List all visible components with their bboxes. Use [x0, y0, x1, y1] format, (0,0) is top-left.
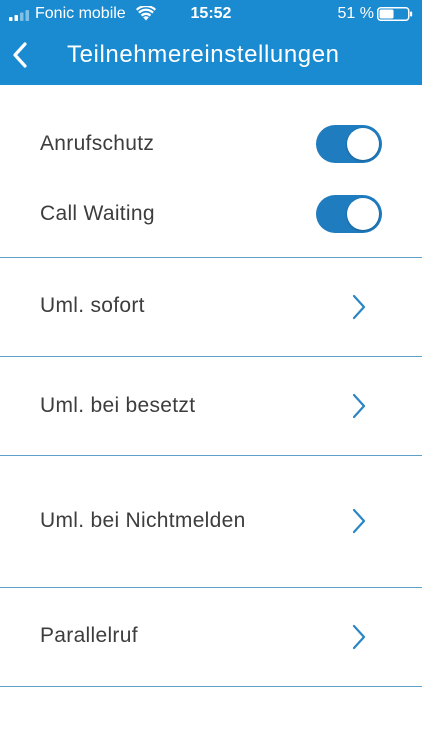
back-button[interactable] — [6, 38, 40, 72]
battery-icon — [377, 7, 413, 21]
menu-item-uml-sofort[interactable]: Uml. sofort — [0, 258, 422, 356]
battery-percentage: 51 % — [337, 5, 374, 22]
chevron-right-icon — [352, 508, 366, 534]
anrufschutz-toggle[interactable] — [316, 125, 382, 163]
menu-item-label: Uml. bei besetzt — [40, 394, 196, 417]
header: Fonic mobile 15:52 51 % Teilnehmereinste… — [0, 0, 422, 85]
menu-item-uml-bei-besetzt[interactable]: Uml. bei besetzt — [0, 357, 422, 455]
toggle-knob — [347, 128, 379, 160]
divider — [0, 686, 422, 687]
anrufschutz-label: Anrufschutz — [40, 132, 155, 155]
navigation-bar: Teilnehmereinstellungen — [0, 28, 422, 85]
menu-item-uml-bei-nichtmelden[interactable]: Uml. bei Nichtmelden — [0, 456, 422, 587]
call-waiting-row: Call Waiting — [0, 185, 422, 245]
participant-settings-screen: Fonic mobile 15:52 51 % Teilnehmereinste… — [0, 0, 422, 750]
page-title: Teilnehmereinstellungen — [67, 41, 340, 68]
call-waiting-label: Call Waiting — [40, 202, 155, 225]
menu-item-label: Uml. bei Nichtmelden — [40, 509, 246, 532]
chevron-right-icon — [352, 393, 366, 419]
anrufschutz-row: Anrufschutz — [0, 115, 422, 175]
menu-item-parallelruf[interactable]: Parallelruf — [0, 588, 422, 686]
call-waiting-toggle[interactable] — [316, 195, 382, 233]
chevron-right-icon — [352, 624, 366, 650]
chevron-left-icon — [13, 42, 27, 68]
status-bar: Fonic mobile 15:52 51 % — [0, 0, 422, 28]
menu-item-label: Parallelruf — [40, 624, 138, 647]
chevron-right-icon — [352, 294, 366, 320]
menu-item-label: Uml. sofort — [40, 294, 145, 317]
toggle-knob — [347, 198, 379, 230]
